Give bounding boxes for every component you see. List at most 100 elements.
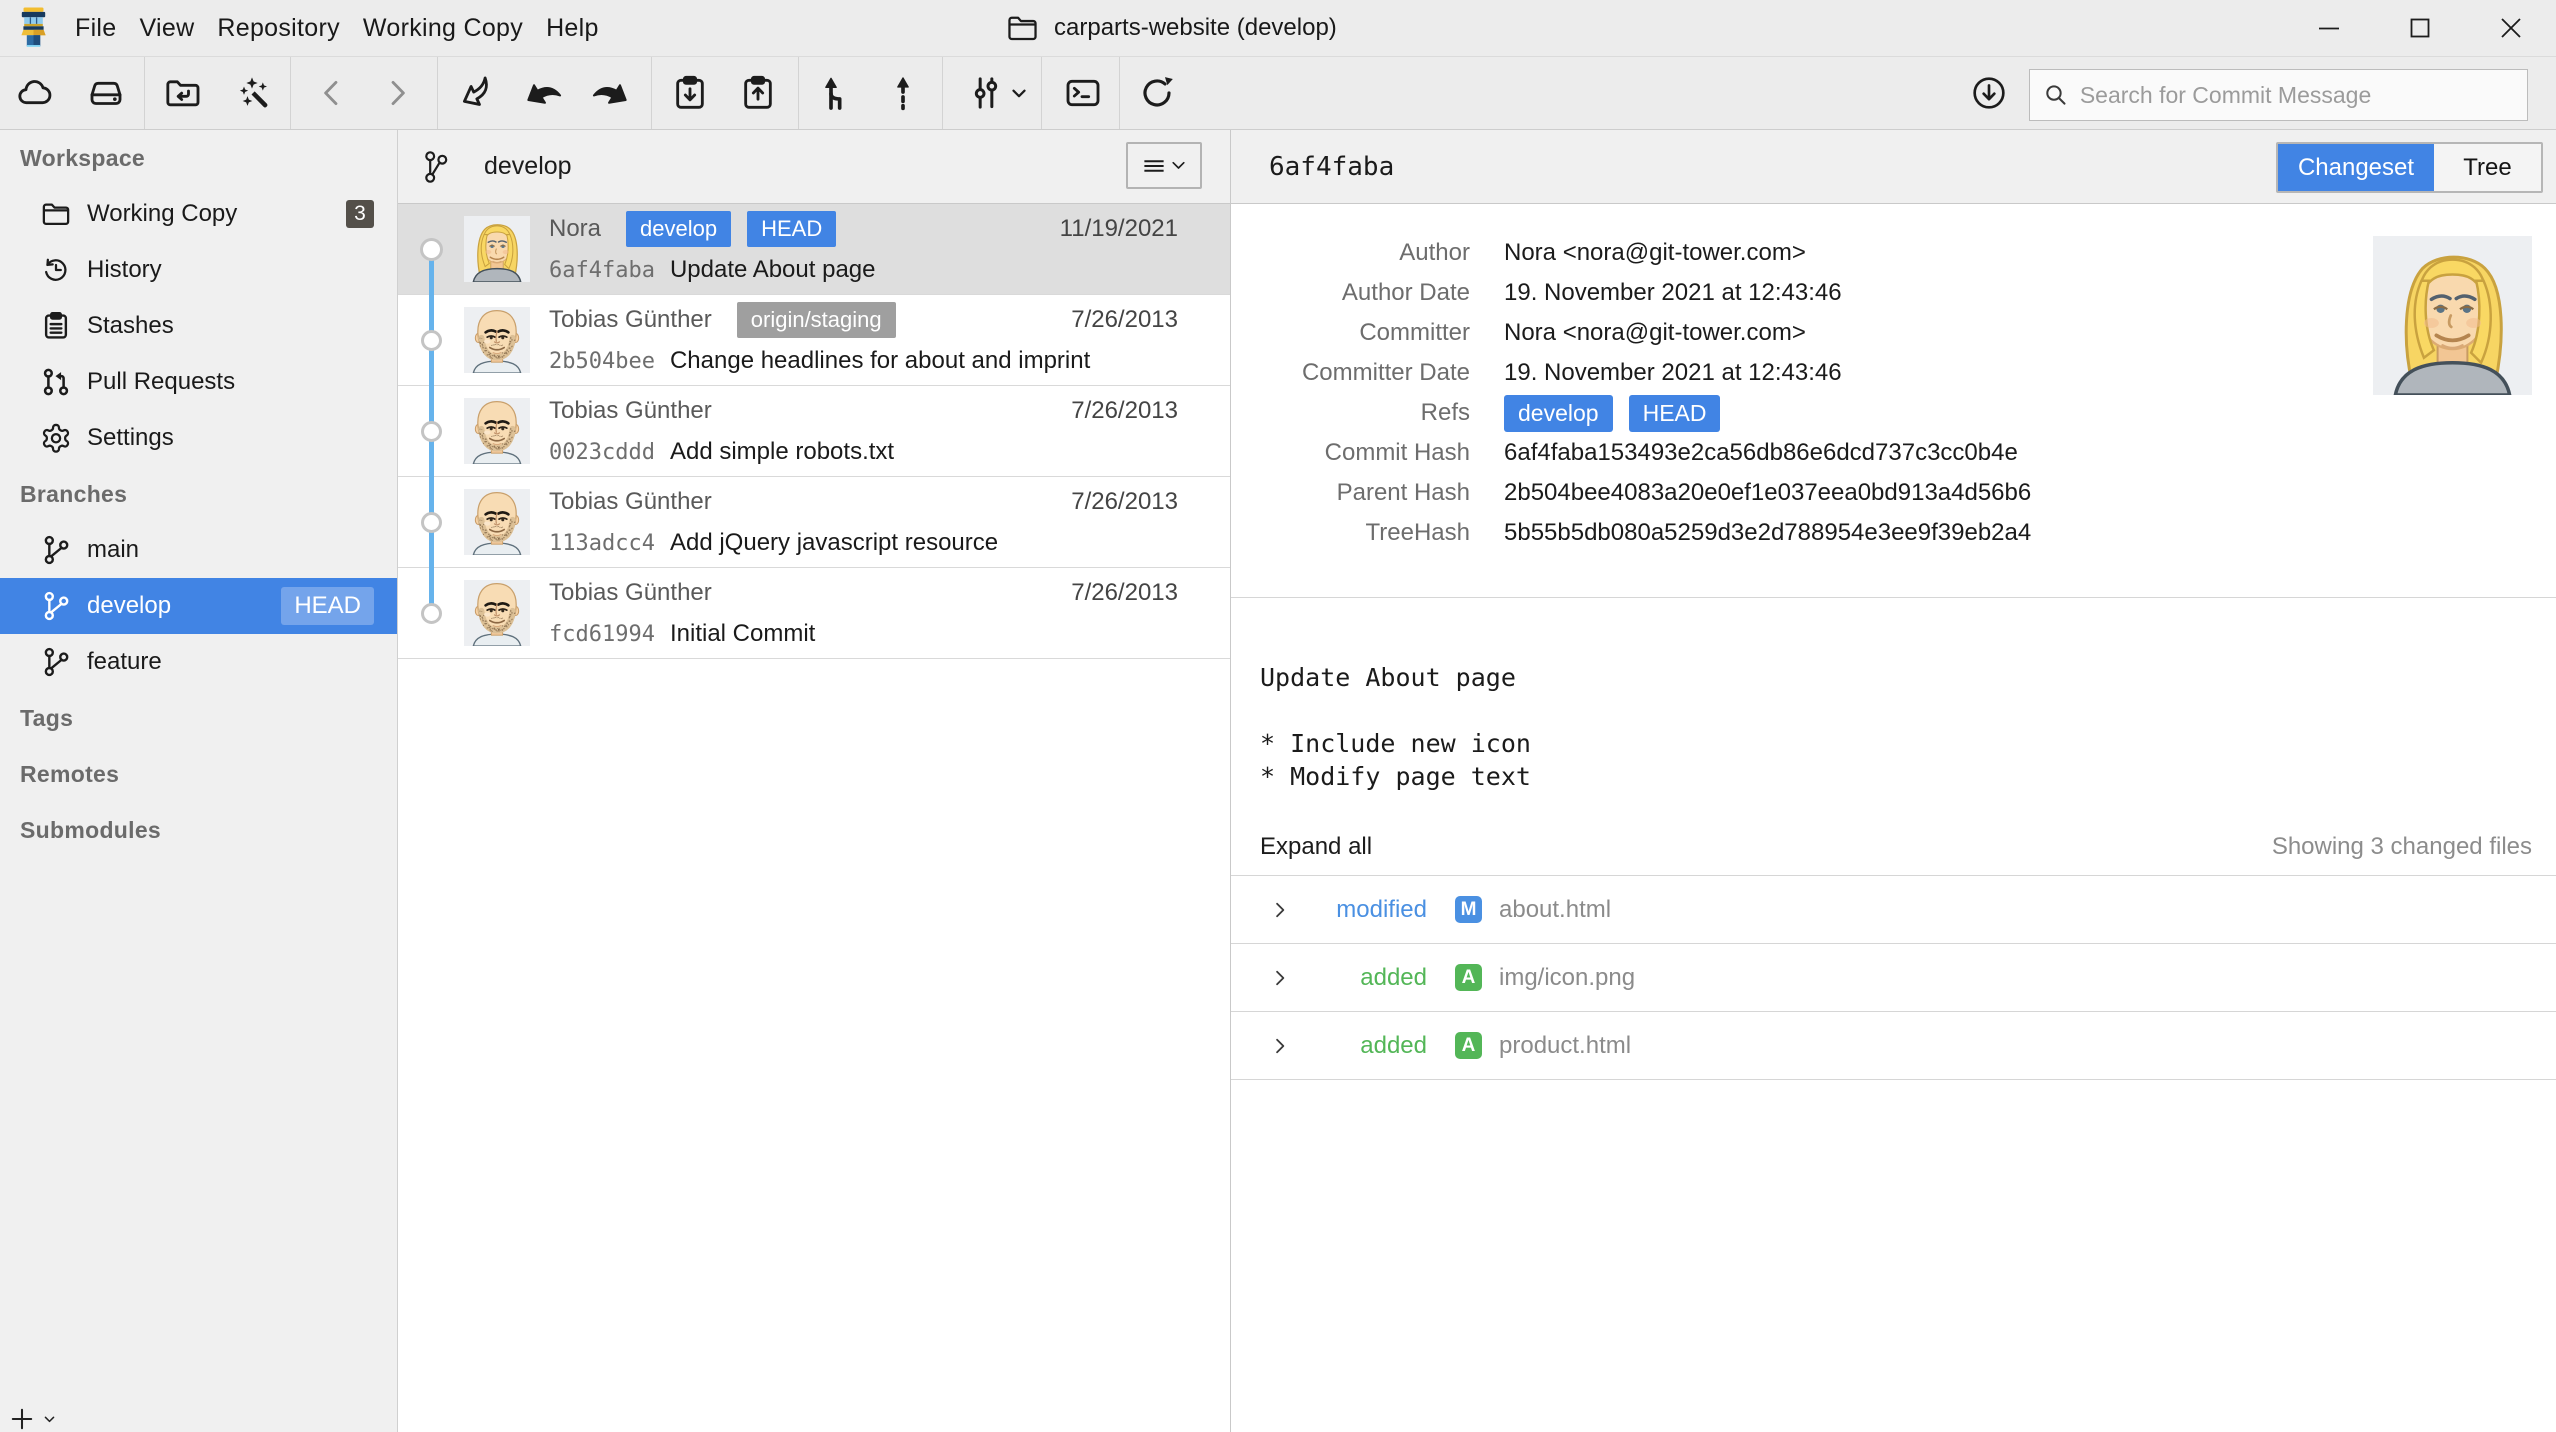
file-row[interactable]: added A img/icon.png (1231, 944, 2556, 1012)
content: Workspace Working Copy 3 History Stashes… (0, 130, 2556, 1432)
undo-button[interactable] (523, 73, 563, 113)
sliders-icon (966, 73, 1006, 113)
commit-message: Change headlines for about and imprint (670, 347, 1090, 375)
details-body: AuthorNora <nora@git-tower.com> Author D… (1231, 204, 2556, 598)
sidebar-item-settings[interactable]: Settings (0, 410, 397, 466)
commit-hash: 0023cddd (549, 440, 655, 465)
download-circle-icon (1969, 73, 2009, 113)
cloud-button[interactable] (15, 73, 55, 113)
commit-row[interactable]: Tobias Günther 7/26/2013 fcd61994 Initia… (398, 568, 1230, 659)
sidebar: Workspace Working Copy 3 History Stashes… (0, 130, 398, 1432)
tab-tree[interactable]: Tree (2434, 144, 2541, 191)
head-badge: HEAD (281, 587, 374, 625)
changed-file-list: modified M about.html added A img/icon.p… (1231, 875, 2556, 1080)
toolbar-separator (1119, 57, 1120, 129)
sidebar-item-pull-requests[interactable]: Pull Requests (0, 354, 397, 410)
toolbar-separator (437, 57, 438, 129)
refresh-button[interactable] (1137, 73, 1177, 113)
ref-badge-head: HEAD (747, 211, 836, 247)
maximize-button[interactable] (2374, 0, 2465, 56)
menu-working-copy[interactable]: Working Copy (363, 14, 523, 43)
compare-button[interactable] (966, 73, 1030, 113)
sidebar-section-tags[interactable]: Tags (0, 690, 397, 746)
forward-button[interactable] (380, 76, 414, 110)
quick-actions-button[interactable] (231, 73, 271, 113)
close-button[interactable] (2465, 0, 2556, 56)
gear-icon (40, 422, 72, 454)
fetch-button[interactable] (1969, 73, 2009, 113)
sidebar-section-branches: Branches (0, 466, 397, 522)
folder-enter-icon (163, 73, 203, 113)
avatar-tobias (464, 489, 530, 555)
field-label: Author (1231, 239, 1470, 267)
search-input[interactable] (2080, 82, 2514, 109)
cherry-pick-button[interactable] (883, 73, 923, 113)
file-row[interactable]: added A product.html (1231, 1012, 2556, 1080)
commit-message: Add jQuery javascript resource (670, 529, 998, 557)
commit-author: Tobias Günther (549, 579, 712, 607)
list-options-button[interactable] (1126, 142, 1202, 189)
commit-row[interactable]: Tobias Günther origin/staging 7/26/2013 … (398, 295, 1230, 386)
chevron-right-icon[interactable] (1270, 900, 1290, 920)
commit-list-branch-title: develop (484, 130, 572, 203)
back-button[interactable] (315, 76, 349, 110)
stash-clipboard-icon (40, 310, 72, 342)
hard-drive-icon (86, 73, 126, 113)
merge-icon (816, 73, 856, 113)
menu-view[interactable]: View (139, 14, 194, 43)
toolbar-separator (798, 57, 799, 129)
field-label: Author Date (1231, 279, 1470, 307)
sidebar-item-working-copy[interactable]: Working Copy 3 (0, 186, 397, 242)
redo-button[interactable] (591, 73, 631, 113)
plus-icon (9, 1406, 35, 1432)
magic-wand-icon (231, 73, 271, 113)
sidebar-branch-main[interactable]: main (0, 522, 397, 578)
sidebar-section-submodules[interactable]: Submodules (0, 802, 397, 858)
chevron-down-icon (1008, 82, 1030, 104)
local-repo-button[interactable] (86, 73, 126, 113)
sidebar-branch-develop[interactable]: develop HEAD (0, 578, 397, 634)
checkout-button[interactable] (458, 73, 498, 113)
menu-file[interactable]: File (75, 14, 116, 43)
commit-row[interactable]: Tobias Günther 7/26/2013 0023cddd Add si… (398, 386, 1230, 477)
commit-graph-node (421, 603, 442, 624)
chevron-right-icon[interactable] (1270, 968, 1290, 988)
commit-row[interactable]: Tobias Günther 7/26/2013 113adcc4 Add jQ… (398, 477, 1230, 568)
open-repository-button[interactable] (163, 73, 203, 113)
pull-button[interactable] (670, 73, 710, 113)
ref-badge-develop: develop (1504, 395, 1613, 432)
file-name: about.html (1499, 896, 1611, 924)
file-row[interactable]: modified M about.html (1231, 876, 2556, 944)
search-box (2029, 69, 2528, 121)
sidebar-branch-feature[interactable]: feature (0, 634, 397, 690)
branch-icon (40, 590, 72, 622)
commit-row[interactable]: Nora develop HEAD 11/19/2021 6af4faba Up… (398, 204, 1230, 295)
sidebar-section-remotes[interactable]: Remotes (0, 746, 397, 802)
minimize-button[interactable] (2283, 0, 2374, 56)
terminal-button[interactable] (1063, 73, 1103, 113)
commit-date: 7/26/2013 (1071, 397, 1178, 425)
add-repository-button[interactable] (9, 1406, 56, 1432)
sidebar-item-stashes[interactable]: Stashes (0, 298, 397, 354)
expand-all-button[interactable]: Expand all (1260, 833, 1372, 861)
tab-changeset[interactable]: Changeset (2278, 144, 2434, 191)
chevron-right-icon[interactable] (1270, 1036, 1290, 1056)
terminal-icon (1063, 73, 1103, 113)
branch-icon (40, 646, 72, 678)
toolbar-separator (144, 57, 145, 129)
field-value-author-date: 19. November 2021 at 12:43:46 (1504, 279, 1842, 307)
toolbar-separator (651, 57, 652, 129)
menu-help[interactable]: Help (546, 14, 599, 43)
commit-hash: fcd61994 (549, 622, 655, 647)
field-value-committer-date: 19. November 2021 at 12:43:46 (1504, 359, 1842, 387)
view-mode-switch: Changeset Tree (2276, 142, 2543, 193)
sidebar-item-history[interactable]: History (0, 242, 397, 298)
merge-button[interactable] (816, 73, 856, 113)
menu-repository[interactable]: Repository (217, 14, 340, 43)
file-name: img/icon.png (1499, 964, 1635, 992)
avatar-tobias (464, 398, 530, 464)
push-button[interactable] (738, 73, 778, 113)
ref-badge-origin-staging: origin/staging (737, 302, 896, 338)
commit-author: Tobias Günther (549, 488, 712, 516)
field-value-commit-hash: 6af4faba153493e2ca56db86e6dcd737c3cc0b4e (1504, 439, 2018, 467)
